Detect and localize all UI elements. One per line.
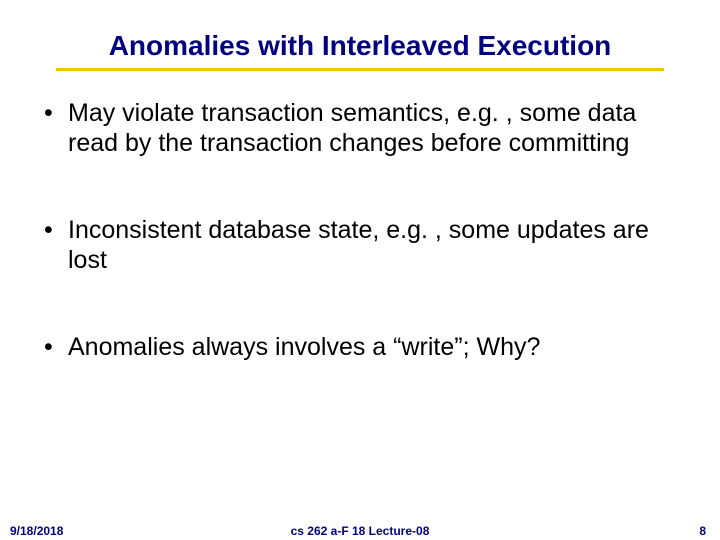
- slide: Anomalies with Interleaved Execution May…: [0, 0, 720, 540]
- footer-course: cs 262 a-F 18 Lecture-08: [291, 524, 430, 538]
- footer-date: 9/18/2018: [10, 524, 63, 538]
- list-item: Anomalies always involves a “write”; Why…: [44, 333, 684, 363]
- slide-title: Anomalies with Interleaved Execution: [56, 30, 664, 71]
- list-item: May violate transaction semantics, e.g. …: [44, 99, 684, 158]
- bullet-list: May violate transaction semantics, e.g. …: [36, 99, 684, 363]
- footer-page-number: 8: [699, 524, 706, 538]
- list-item: Inconsistent database state, e.g. , some…: [44, 216, 684, 275]
